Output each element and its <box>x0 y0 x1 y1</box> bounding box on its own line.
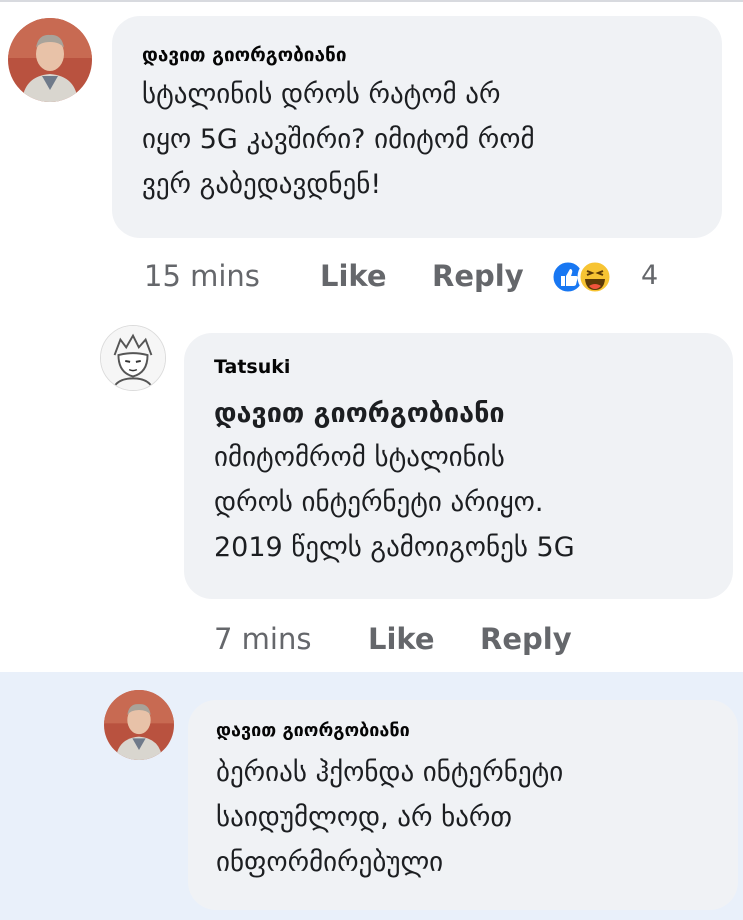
avatar[interactable] <box>104 690 174 760</box>
reply-text-line: დროს ინტერნეტი არიყო. <box>214 487 544 518</box>
user-photo-icon <box>104 690 174 760</box>
anime-character-avatar-icon <box>101 326 165 390</box>
avatar[interactable] <box>100 325 166 391</box>
reactions-summary[interactable]: 4 <box>549 258 669 296</box>
reply-text-line: ინფორმირებული <box>216 847 444 878</box>
comment-bubble: დავით გიორგობიანი სტალინის დროს რატომ არ… <box>112 16 722 238</box>
haha-reaction-icon <box>577 259 613 295</box>
comment-text-line: იყო 5G კავშირი? იმიტომ რომ <box>142 124 535 155</box>
comment-text-line: სტალინის დროს რატომ არ <box>142 79 501 110</box>
reply-text-line: 2019 წელს გამოიგონეს 5G <box>214 532 575 563</box>
like-reaction-icon <box>550 259 613 295</box>
avatar[interactable] <box>8 18 92 102</box>
reply-author-name[interactable]: დავით გიორგობიანი <box>216 720 738 742</box>
reply-author-name[interactable]: Tatsuki <box>214 355 733 379</box>
reply-text-line: ბერიას ჰქონდა ინტერნეტი <box>216 757 564 788</box>
reply-timestamp[interactable]: 7 mins <box>214 622 311 656</box>
like-button[interactable]: Like <box>320 259 387 293</box>
reply-bubble: Tatsuki დავით გიორგობიანი იმიტომრომ სტალ… <box>184 333 733 599</box>
reply-bubble: დავით გიორგობიანი ბერიას ჰქონდა ინტერნეტ… <box>188 700 738 910</box>
reply-actions: 7 mins Like Reply <box>214 622 714 662</box>
comment-timestamp[interactable]: 15 mins <box>144 259 260 293</box>
user-photo-icon <box>8 18 92 102</box>
reply-text-line: საიდუმლოდ, არ ხართ <box>216 802 513 833</box>
reply-button[interactable]: Reply <box>480 622 572 656</box>
comment-author-name[interactable]: დავით გიორგობიანი <box>142 44 722 66</box>
mentioned-user-tag[interactable]: დავით გიორგობიანი <box>214 393 733 435</box>
like-button[interactable]: Like <box>368 622 435 656</box>
reply-text-line: იმიტომრომ სტალინის <box>214 442 505 473</box>
comment-text-line: ვერ გაბედავდნენ! <box>142 169 382 200</box>
reply-button[interactable]: Reply <box>432 259 524 293</box>
top-divider <box>0 0 743 2</box>
reaction-count: 4 <box>641 260 659 291</box>
